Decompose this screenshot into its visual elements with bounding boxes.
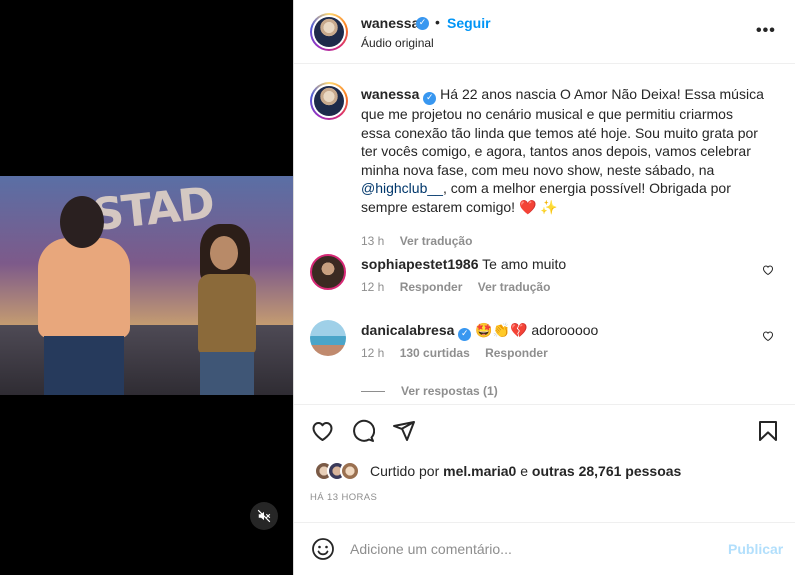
share-send-icon[interactable]: [392, 419, 416, 443]
like-comment-heart-icon[interactable]: [762, 330, 774, 342]
commenter-avatar[interactable]: [310, 254, 346, 290]
caption-username[interactable]: wanessa: [361, 86, 419, 102]
mute-button[interactable]: [250, 502, 278, 530]
add-comment-bar: Publicar: [294, 522, 795, 575]
post-details-panel: wanessa ✓ • Seguir Áudio original ••• wa…: [293, 0, 795, 575]
likes-middle: e: [516, 463, 532, 479]
view-replies-button[interactable]: Ver respostas (1): [361, 384, 498, 398]
comment-time: 12 h: [361, 346, 385, 360]
save-bookmark-icon[interactable]: [756, 419, 780, 443]
comment-likes-count[interactable]: 130 curtidas: [400, 346, 470, 360]
separator-dot: •: [435, 14, 440, 30]
replies-divider: [361, 391, 385, 393]
likes-summary: Curtido por mel.maria0 e outras 28,761 p…: [310, 458, 780, 484]
verified-badge-icon: ✓: [423, 92, 437, 105]
post-header: wanessa ✓ • Seguir Áudio original •••: [294, 0, 795, 64]
audio-link[interactable]: Áudio original: [361, 36, 434, 50]
author-username[interactable]: wanessa: [361, 15, 419, 31]
author-avatar[interactable]: [310, 13, 348, 51]
post-comment-button[interactable]: Publicar: [728, 541, 783, 557]
video-player[interactable]: STAD: [0, 176, 293, 395]
comment-text: Te amo muito: [482, 256, 567, 272]
caption-meta: 13 h Ver tradução: [361, 234, 484, 248]
caption-body-1: Há 22 anos nascia O Amor Não Deixa! Essa…: [361, 86, 764, 178]
caption-text: wanessa ✓ Há 22 anos nascia O Amor Não D…: [361, 85, 766, 216]
follow-button[interactable]: Seguir: [447, 15, 491, 31]
liker-avatars[interactable]: [314, 461, 368, 481]
translate-link[interactable]: Ver tradução: [478, 280, 551, 294]
comment-input[interactable]: [350, 536, 710, 562]
mention-link[interactable]: @highclub__: [361, 180, 443, 196]
comments-section: wanessa ✓ Há 22 anos nascia O Amor Não D…: [294, 64, 795, 404]
verified-badge-icon: ✓: [458, 328, 472, 341]
post-timestamp[interactable]: HÁ 13 HORAS: [310, 492, 377, 503]
more-options-icon[interactable]: •••: [756, 22, 776, 40]
reply-button[interactable]: Responder: [400, 280, 463, 294]
like-heart-icon[interactable]: [310, 419, 335, 443]
emoji-smiley-icon[interactable]: [311, 537, 335, 561]
commenter-username[interactable]: danicalabresa: [361, 322, 454, 338]
likes-count-link[interactable]: outras 28,761 pessoas: [532, 463, 681, 479]
commenter-username[interactable]: sophiapestet1986: [361, 256, 479, 272]
comment-bubble-icon[interactable]: [351, 419, 375, 443]
likes-prefix: Curtido por: [370, 463, 444, 479]
singer-figure: [190, 224, 270, 395]
comment-text: 🤩👏💔 adorooooo: [475, 322, 599, 338]
view-replies-label: Ver respostas (1): [401, 384, 498, 398]
commenter-avatar[interactable]: [310, 320, 346, 356]
speaker-muted-icon: [257, 509, 271, 523]
host-figure: [30, 196, 130, 395]
translate-link[interactable]: Ver tradução: [400, 234, 473, 248]
verified-badge-icon: ✓: [416, 17, 429, 30]
reply-button[interactable]: Responder: [485, 346, 548, 360]
post-actions-bar: [294, 404, 795, 456]
post-media: STAD: [0, 0, 293, 575]
liker-username[interactable]: mel.maria0: [443, 463, 516, 479]
like-comment-heart-icon[interactable]: [762, 264, 774, 276]
comment-time: 12 h: [361, 280, 385, 294]
caption-time: 13 h: [361, 234, 385, 248]
caption-emojis: ❤️ ✨: [518, 198, 558, 215]
caption-avatar[interactable]: [310, 82, 348, 120]
